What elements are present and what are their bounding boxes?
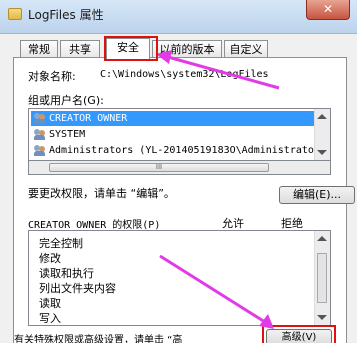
advanced-button-highlight [262, 325, 336, 343]
user-name: Administrators (YL-20140519183O\Administ… [49, 145, 326, 156]
user-list-hscrollbar[interactable]: III [28, 161, 331, 175]
user-group-icon [34, 129, 46, 140]
deny-column-header: 拒绝 [281, 217, 303, 230]
object-name-label: 对象名称: [28, 70, 76, 83]
scroll-thumb[interactable] [317, 253, 327, 303]
tab-sharing[interactable]: 共享 [60, 40, 100, 58]
tab-general[interactable]: 常规 [20, 40, 58, 58]
allow-column-header: 允许 [222, 217, 244, 230]
scroll-down-icon[interactable] [317, 315, 327, 320]
permission-modify: 修改 [39, 252, 61, 265]
folder-icon [8, 8, 22, 20]
permission-full-control: 完全控制 [39, 237, 83, 250]
permission-write: 写入 [39, 312, 61, 325]
user-list[interactable]: CREATOR OWNER SYSTEM Administrators (YL-… [28, 108, 331, 161]
permissions-header: CREATOR OWNER 的权限(P) [28, 220, 161, 231]
security-tab-highlight [104, 36, 158, 61]
permission-list-folder: 列出文件夹内容 [39, 282, 116, 295]
user-name: CREATOR OWNER [49, 113, 128, 124]
scroll-down-icon[interactable] [317, 150, 327, 155]
groups-label: 组或用户名(G): [28, 94, 104, 107]
object-name-value: C:\Windows\system32\LogFiles [100, 69, 269, 80]
edit-button[interactable]: 编辑(E)... [279, 186, 355, 204]
permission-list-scrollbar[interactable] [314, 231, 330, 325]
window-title: LogFiles 属性 [28, 8, 104, 22]
permission-read-execute: 读取和执行 [39, 267, 94, 280]
user-group-icon [34, 113, 46, 124]
list-item-system[interactable]: SYSTEM [31, 127, 316, 142]
scroll-up-icon[interactable] [317, 236, 327, 241]
scroll-up-icon[interactable] [317, 114, 327, 119]
title-bar: LogFiles 属性 ✕ [0, 0, 357, 34]
list-item-administrators[interactable]: Administrators (YL-20140519183O\Administ… [31, 143, 326, 158]
tab-previous-versions[interactable]: 以前的版本 [152, 40, 222, 58]
list-item-creator-owner[interactable]: CREATOR OWNER [31, 111, 316, 126]
user-name: SYSTEM [49, 129, 86, 140]
tab-customize[interactable]: 自定义 [224, 40, 268, 58]
close-button[interactable]: ✕ [306, 0, 350, 20]
permission-read: 读取 [39, 297, 61, 310]
close-icon: ✕ [322, 2, 334, 16]
special-permissions-hint: 有关特殊权限或高级设置，请单击 “高 [14, 335, 183, 343]
hscroll-thumb[interactable]: III [49, 163, 269, 172]
user-list-scrollbar[interactable] [314, 109, 330, 160]
user-group-icon [34, 145, 46, 156]
permission-list: 完全控制 修改 读取和执行 列出文件夹内容 读取 写入 [28, 230, 331, 326]
change-hint: 要更改权限，请单击 “编辑”。 [28, 187, 175, 200]
